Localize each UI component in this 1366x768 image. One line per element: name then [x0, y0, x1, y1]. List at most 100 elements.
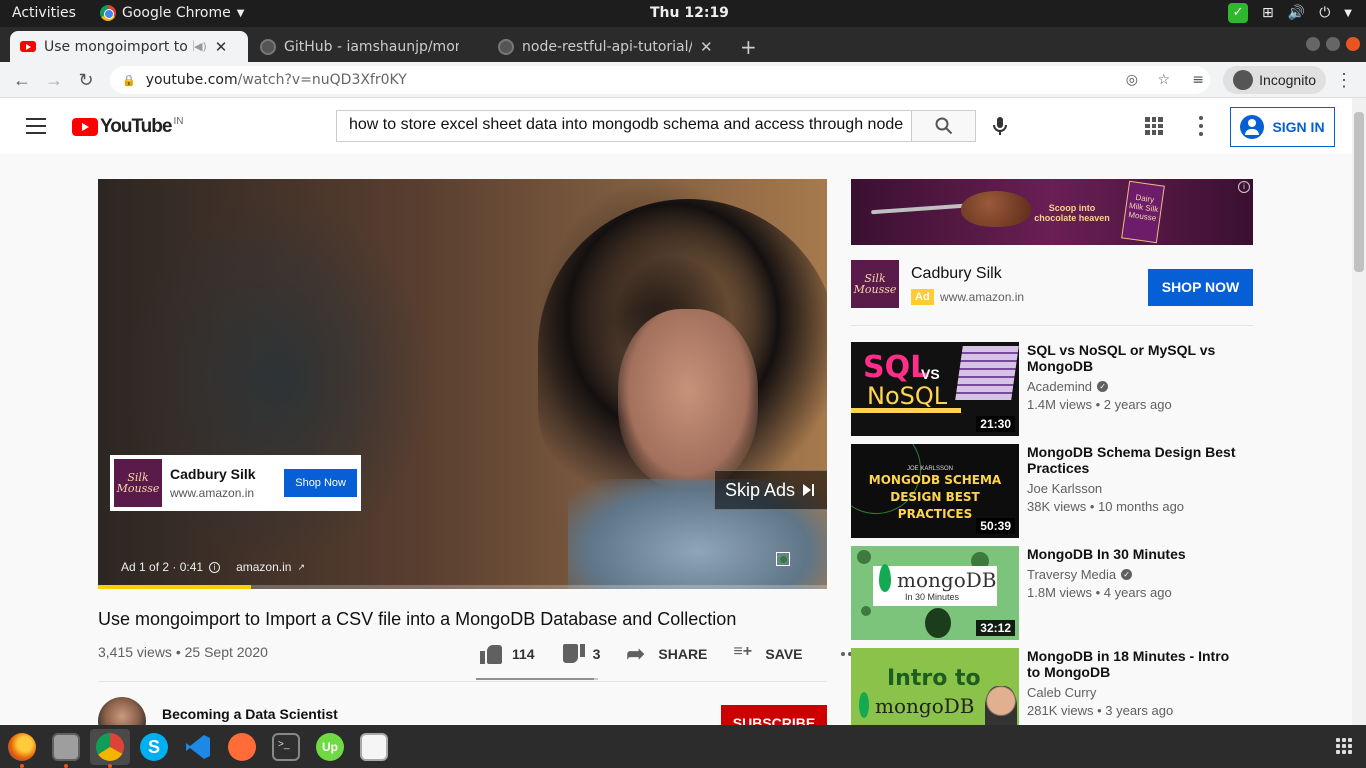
channel-name[interactable]: Joe Karlsson — [1027, 481, 1102, 496]
page-scrollbar[interactable] — [1352, 98, 1366, 725]
firefox-icon[interactable] — [8, 733, 36, 761]
video-title[interactable]: SQL vs NoSQL or MySQL vs MongoDB — [1027, 342, 1237, 374]
shop-now-button[interactable]: SHOP NOW — [1148, 269, 1253, 306]
ad-info: Ad 1 of 2 · 0:41 i amazon.in ↗ — [121, 560, 305, 574]
terminal-icon[interactable]: >_ — [272, 733, 300, 761]
microphone-icon[interactable] — [988, 114, 1012, 138]
thumbnail-text: VS — [921, 366, 940, 382]
ad-progress-fill — [98, 585, 252, 589]
youtube-logo-text: YouTube — [100, 116, 172, 137]
dot-graphic — [861, 606, 871, 616]
recommended-video[interactable]: mongoDB In 30 Minutes 32:12 MongoDB In 3… — [851, 546, 1253, 640]
verified-icon: ✓ — [1121, 569, 1133, 580]
video-title[interactable]: MongoDB In 30 Minutes — [1027, 546, 1237, 562]
tab-youtube[interactable]: Use mongoimport to I ◀) ✕ — [10, 31, 248, 62]
media-control-icon[interactable]: ≡ — [1192, 72, 1204, 88]
chevron-down-icon: ▼ — [236, 7, 245, 19]
activities-button[interactable]: Activities — [12, 5, 76, 21]
star-icon[interactable]: ☆ — [1157, 72, 1170, 88]
recommended-video[interactable]: SQL VS NoSQL 21:30 SQL vs NoSQL or MySQL… — [851, 342, 1253, 436]
sign-in-button[interactable]: SIGN IN — [1230, 107, 1335, 147]
channel-name[interactable]: Traversy Media ✓ — [1027, 567, 1133, 582]
recommended-video[interactable]: Intro to mongoDB MongoDB in 18 Minutes -… — [851, 648, 1253, 725]
incognito-badge[interactable]: Incognito — [1223, 66, 1326, 94]
video-thumbnail[interactable]: Intro to mongoDB — [851, 648, 1019, 725]
github-favicon-icon — [260, 38, 276, 55]
audio-icon[interactable]: ◀) — [194, 40, 207, 53]
chrome-menu-icon[interactable]: ⋮ — [1332, 68, 1356, 92]
youtube-play-icon — [72, 118, 98, 136]
url-input[interactable]: 🔒 youtube.com /watch?v=nuQD3Xfr0KY ◎ ☆ ≡ — [110, 66, 1210, 94]
back-icon[interactable]: ← — [10, 68, 34, 92]
channel-name[interactable]: Caleb Curry — [1027, 685, 1096, 700]
sidebar-banner-ad[interactable]: Scoop into chocolate heaven Dairy Milk S… — [851, 179, 1253, 245]
files-icon[interactable] — [52, 733, 80, 761]
save-button[interactable]: SAVE — [733, 643, 802, 665]
forward-icon[interactable]: → — [42, 68, 66, 92]
chevron-down-icon[interactable]: ▼ — [1344, 8, 1352, 19]
dislike-count: 3 — [592, 646, 601, 662]
ad-progress-bar[interactable] — [98, 585, 827, 589]
sidebar-ad-card[interactable]: Silk Mousse Cadbury Silk Ad www.amazon.i… — [851, 260, 1253, 310]
close-icon[interactable]: ✕ — [700, 38, 713, 56]
upwork-icon[interactable]: Up — [316, 733, 344, 761]
maximize-icon[interactable] — [1326, 37, 1340, 51]
lock-icon[interactable]: 🔒 — [122, 74, 136, 87]
ad-link[interactable]: amazon.in — [236, 560, 291, 574]
minimize-icon[interactable] — [1306, 37, 1320, 51]
reload-icon[interactable]: ↻ — [74, 68, 98, 92]
scrollbar-thumb[interactable] — [1354, 112, 1364, 272]
menu-icon[interactable] — [26, 118, 46, 134]
sentiment-bar — [476, 678, 598, 680]
tab-github[interactable]: GitHub - iamshaunjp/mon — [250, 31, 486, 62]
text-editor-icon[interactable] — [360, 733, 388, 761]
settings-more-icon[interactable] — [1198, 116, 1204, 136]
tab-title: Use mongoimport to I — [44, 38, 194, 55]
video-player[interactable]: Silk Mousse Cadbury Silk www.amazon.in S… — [98, 179, 827, 589]
close-icon[interactable]: ✕ — [215, 38, 228, 56]
player-ad-card[interactable]: Silk Mousse Cadbury Silk www.amazon.in S… — [110, 455, 361, 511]
like-button[interactable]: 114 — [480, 643, 535, 665]
channel-name[interactable]: Academind ✓ — [1027, 379, 1109, 394]
video-thumbnail[interactable]: SQL VS NoSQL 21:30 — [851, 342, 1019, 436]
video-title[interactable]: MongoDB Schema Design Best Practices — [1027, 444, 1237, 476]
app-menu[interactable]: Google Chrome ▼ — [100, 5, 244, 21]
video-title[interactable]: MongoDB in 18 Minutes - Intro to MongoDB — [1027, 648, 1237, 680]
clock[interactable]: Thu 12:19 — [650, 5, 729, 21]
share-button[interactable]: SHARE — [626, 641, 707, 667]
skype-icon[interactable]: S — [140, 733, 168, 761]
ad-brand[interactable]: Cadbury Silk — [170, 466, 256, 482]
skip-ads-button[interactable]: Skip Ads — [714, 470, 827, 510]
dislike-button[interactable]: 3 — [561, 643, 601, 665]
video-thumbnail[interactable]: JOE KARLSSON MONGODB SCHEMA DESIGN BEST … — [851, 444, 1019, 538]
postman-icon[interactable] — [228, 733, 256, 761]
video-thumbnail[interactable]: mongoDB In 30 Minutes 32:12 — [851, 546, 1019, 640]
show-applications-icon[interactable] — [1336, 738, 1352, 754]
network-icon[interactable]: ⊞ — [1262, 5, 1274, 21]
youtube-logo[interactable]: YouTube IN — [72, 116, 183, 138]
channel-name[interactable]: Becoming a Data Scientist — [162, 706, 338, 722]
eye-off-icon[interactable]: ◎ — [1126, 72, 1138, 88]
ad-domain: www.amazon.in — [170, 486, 255, 500]
recommended-video[interactable]: JOE KARLSSON MONGODB SCHEMA DESIGN BEST … — [851, 444, 1253, 538]
close-window-icon[interactable] — [1346, 37, 1360, 51]
new-tab-button[interactable]: + — [730, 31, 766, 62]
tab-node-restful[interactable]: node-restful-api-tutorial/ ✕ — [488, 31, 728, 62]
shop-now-button[interactable]: Shop Now — [284, 469, 357, 497]
thumbnail-text: mongoDB — [875, 694, 975, 718]
info-icon[interactable]: i — [209, 561, 221, 573]
update-check-icon[interactable]: ✓ — [1228, 3, 1249, 23]
apps-grid-icon[interactable] — [1145, 117, 1163, 135]
vscode-icon[interactable] — [184, 733, 212, 761]
chrome-icon[interactable] — [96, 733, 124, 761]
tab-strip: Use mongoimport to I ◀) ✕ GitHub - iamsh… — [0, 27, 1366, 62]
running-indicator — [20, 764, 24, 768]
volume-icon[interactable]: 🔊 — [1288, 5, 1305, 21]
search-button[interactable] — [911, 110, 976, 142]
video-stats: 1.4M views • 2 years ago — [1027, 397, 1172, 412]
tab-title: GitHub - iamshaunjp/mon — [284, 38, 459, 55]
ad-info-icon[interactable]: i — [1238, 181, 1250, 193]
sidebar-ad-brand: Cadbury Silk — [911, 265, 1002, 282]
search-input[interactable]: how to store excel sheet data into mongo… — [336, 110, 912, 142]
power-icon[interactable]: ⏻ — [1319, 5, 1330, 21]
